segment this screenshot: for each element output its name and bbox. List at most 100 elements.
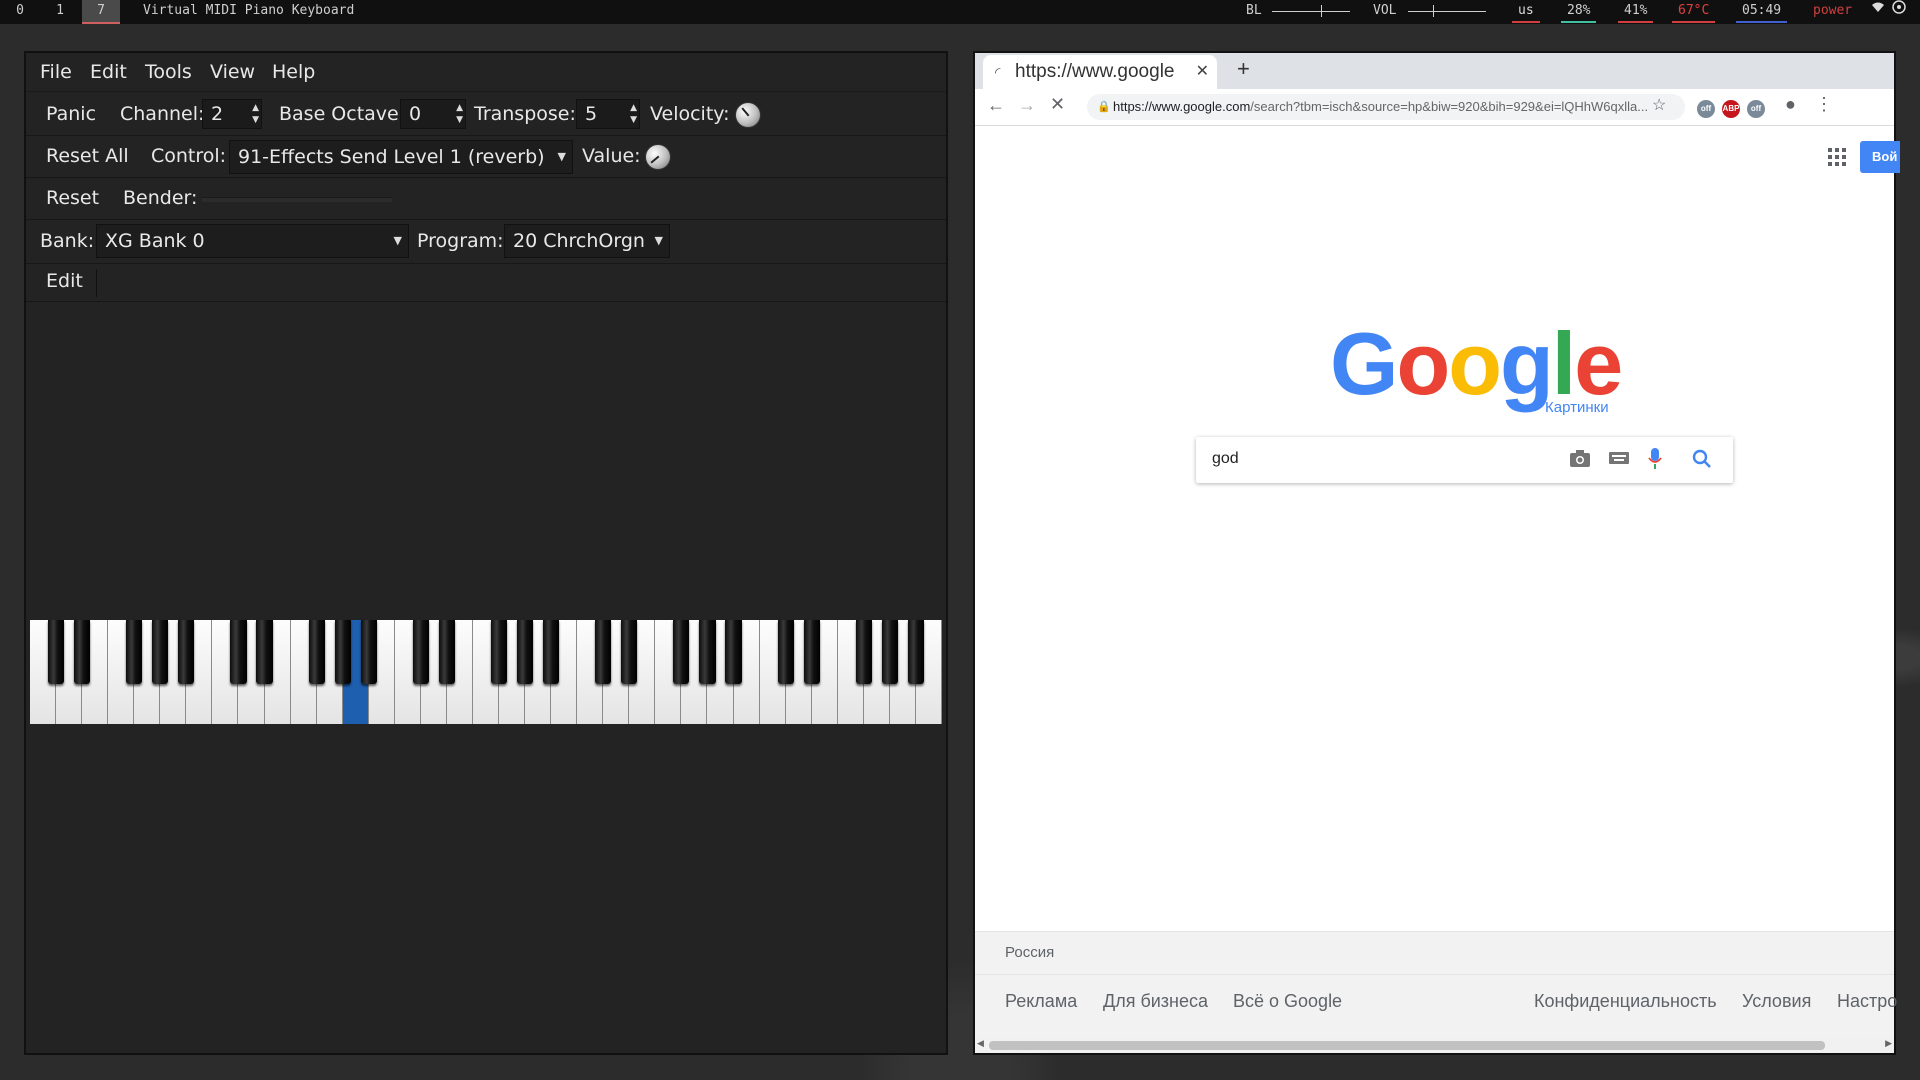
black-key[interactable] <box>178 620 195 684</box>
cpu-stat: 28% <box>1561 0 1597 23</box>
footer-link-ads[interactable]: Реклама <box>1005 991 1077 1012</box>
black-key[interactable] <box>126 620 143 684</box>
black-key[interactable] <box>543 620 560 684</box>
black-key[interactable] <box>673 620 690 684</box>
new-tab-button[interactable]: + <box>1237 56 1250 82</box>
volume-slider[interactable] <box>1408 11 1486 12</box>
menu-tools[interactable]: Tools <box>145 61 192 83</box>
temperature-text: 67°C <box>1678 3 1710 18</box>
profile-avatar-icon[interactable]: ● <box>1785 94 1796 115</box>
velocity-knob[interactable] <box>735 102 761 128</box>
power-stat[interactable]: power <box>1813 0 1852 22</box>
bender-slider[interactable] <box>202 197 392 202</box>
stop-loading-icon[interactable]: ✕ <box>1050 94 1065 115</box>
address-bar[interactable]: 🔒 https://www.google.com/search?tbm=isch… <box>1087 94 1685 120</box>
forward-arrow-icon[interactable]: → <box>1018 95 1036 116</box>
piano-keyboard[interactable] <box>30 620 942 724</box>
footer-link-privacy[interactable]: Конфиденциальность <box>1534 991 1717 1012</box>
black-key[interactable] <box>334 620 351 684</box>
control-combo[interactable]: 91-Effects Send Level 1 (reverb) ▼ <box>229 140 573 174</box>
value-knob[interactable] <box>645 144 671 170</box>
menu-help[interactable]: Help <box>272 61 315 83</box>
spin-up-icon[interactable]: ▲ <box>456 103 463 113</box>
browser-tab[interactable]: ◜ https://www.google ✕ <box>983 55 1217 89</box>
footer-link-settings[interactable]: Настро <box>1837 991 1897 1012</box>
edit-button[interactable]: Edit <box>46 270 83 292</box>
tab-close-icon[interactable]: ✕ <box>1196 55 1209 89</box>
channel-spinbox[interactable]: 2 ▲ ▼ <box>202 99 262 129</box>
horizontal-scrollbar[interactable]: ◀ ▶ <box>975 1037 1894 1053</box>
apps-grid-icon[interactable] <box>1828 148 1846 171</box>
black-key[interactable] <box>308 620 325 684</box>
microphone-icon[interactable] <box>1648 448 1662 475</box>
menu-file[interactable]: File <box>40 61 72 83</box>
bank-combo[interactable]: XG Bank 0 ▼ <box>96 224 409 258</box>
mem-stat: 41% <box>1618 0 1654 23</box>
lock-icon: 🔒 <box>1097 101 1111 113</box>
base-octave-value: 0 <box>409 103 422 125</box>
workspace-1[interactable]: 1 <box>45 0 75 24</box>
base-octave-spinbox[interactable]: 0 ▲ ▼ <box>400 99 466 129</box>
black-key[interactable] <box>74 620 91 684</box>
spin-up-icon[interactable]: ▲ <box>252 103 259 113</box>
footer-link-about[interactable]: Всё о Google <box>1233 991 1342 1012</box>
cpu-underline <box>1561 21 1597 23</box>
black-key[interactable] <box>47 620 65 684</box>
search-box[interactable]: god <box>1196 437 1733 483</box>
black-key[interactable] <box>230 620 247 684</box>
channel-value: 2 <box>211 103 224 125</box>
scroll-right-icon[interactable]: ▶ <box>1885 1038 1892 1049</box>
black-key[interactable] <box>725 620 742 684</box>
black-key[interactable] <box>360 620 377 684</box>
spin-down-icon[interactable]: ▼ <box>456 115 463 125</box>
spin-up-icon[interactable]: ▲ <box>630 103 637 113</box>
search-icon[interactable] <box>1692 449 1712 474</box>
menu-edit[interactable]: Edit <box>90 61 127 83</box>
black-key[interactable] <box>621 620 638 684</box>
chrome-menu-icon[interactable]: ⋮ <box>1815 94 1833 115</box>
black-key[interactable] <box>412 620 429 684</box>
footer-link-business[interactable]: Для бизнеса <box>1103 991 1208 1012</box>
black-key[interactable] <box>256 620 273 684</box>
workspace-0[interactable]: 0 <box>5 0 35 24</box>
cpu-stat-text: 28% <box>1567 3 1591 18</box>
channel-label: Channel: <box>120 103 205 125</box>
workspace-7[interactable]: 7 <box>82 0 120 24</box>
search-input[interactable]: god <box>1212 450 1239 468</box>
black-key[interactable] <box>803 620 820 684</box>
black-key[interactable] <box>907 620 924 684</box>
reset-button[interactable]: Reset <box>46 187 99 209</box>
black-key[interactable] <box>517 620 534 684</box>
scroll-left-icon[interactable]: ◀ <box>977 1038 984 1049</box>
black-key[interactable] <box>699 620 716 684</box>
program-combo[interactable]: 20 ChrchOrgn ▼ <box>504 224 670 258</box>
menu-view[interactable]: View <box>210 61 255 83</box>
transpose-spinbox[interactable]: 5 ▲ ▼ <box>576 99 640 129</box>
black-key[interactable] <box>438 620 455 684</box>
black-key[interactable] <box>777 620 794 684</box>
vmpk-window: File Edit Tools View Help Panic Channel:… <box>24 51 948 1055</box>
black-key[interactable] <box>881 620 898 684</box>
backlight-slider[interactable] <box>1272 11 1350 12</box>
adblock-plus-icon[interactable]: ABP <box>1722 100 1740 118</box>
bookmark-star-icon[interactable]: ☆ <box>1652 95 1666 115</box>
spin-down-icon[interactable]: ▼ <box>252 115 259 125</box>
scrollbar-thumb[interactable] <box>989 1041 1825 1050</box>
extension-proxy-icon[interactable]: off <box>1747 100 1765 118</box>
panic-button[interactable]: Panic <box>46 103 96 125</box>
reset-all-button[interactable]: Reset All <box>46 145 129 167</box>
black-key[interactable] <box>490 620 508 684</box>
mem-stat-text: 41% <box>1624 3 1648 18</box>
extension-vpn-icon[interactable]: off <box>1697 100 1715 118</box>
keyboard-icon[interactable] <box>1609 451 1629 470</box>
camera-icon[interactable] <box>1569 448 1591 473</box>
footer-link-terms[interactable]: Условия <box>1742 991 1811 1012</box>
black-key[interactable] <box>152 620 169 684</box>
url-domain: https://www.google.com <box>1113 99 1251 114</box>
spin-down-icon[interactable]: ▼ <box>630 115 637 125</box>
black-key[interactable] <box>855 620 872 684</box>
back-arrow-icon[interactable]: ← <box>987 95 1005 116</box>
sign-in-button[interactable]: Вой <box>1860 141 1900 173</box>
black-key[interactable] <box>595 620 612 684</box>
toolbar-row-controllers: Reset All Control: 91-Effects Send Level… <box>26 137 946 178</box>
